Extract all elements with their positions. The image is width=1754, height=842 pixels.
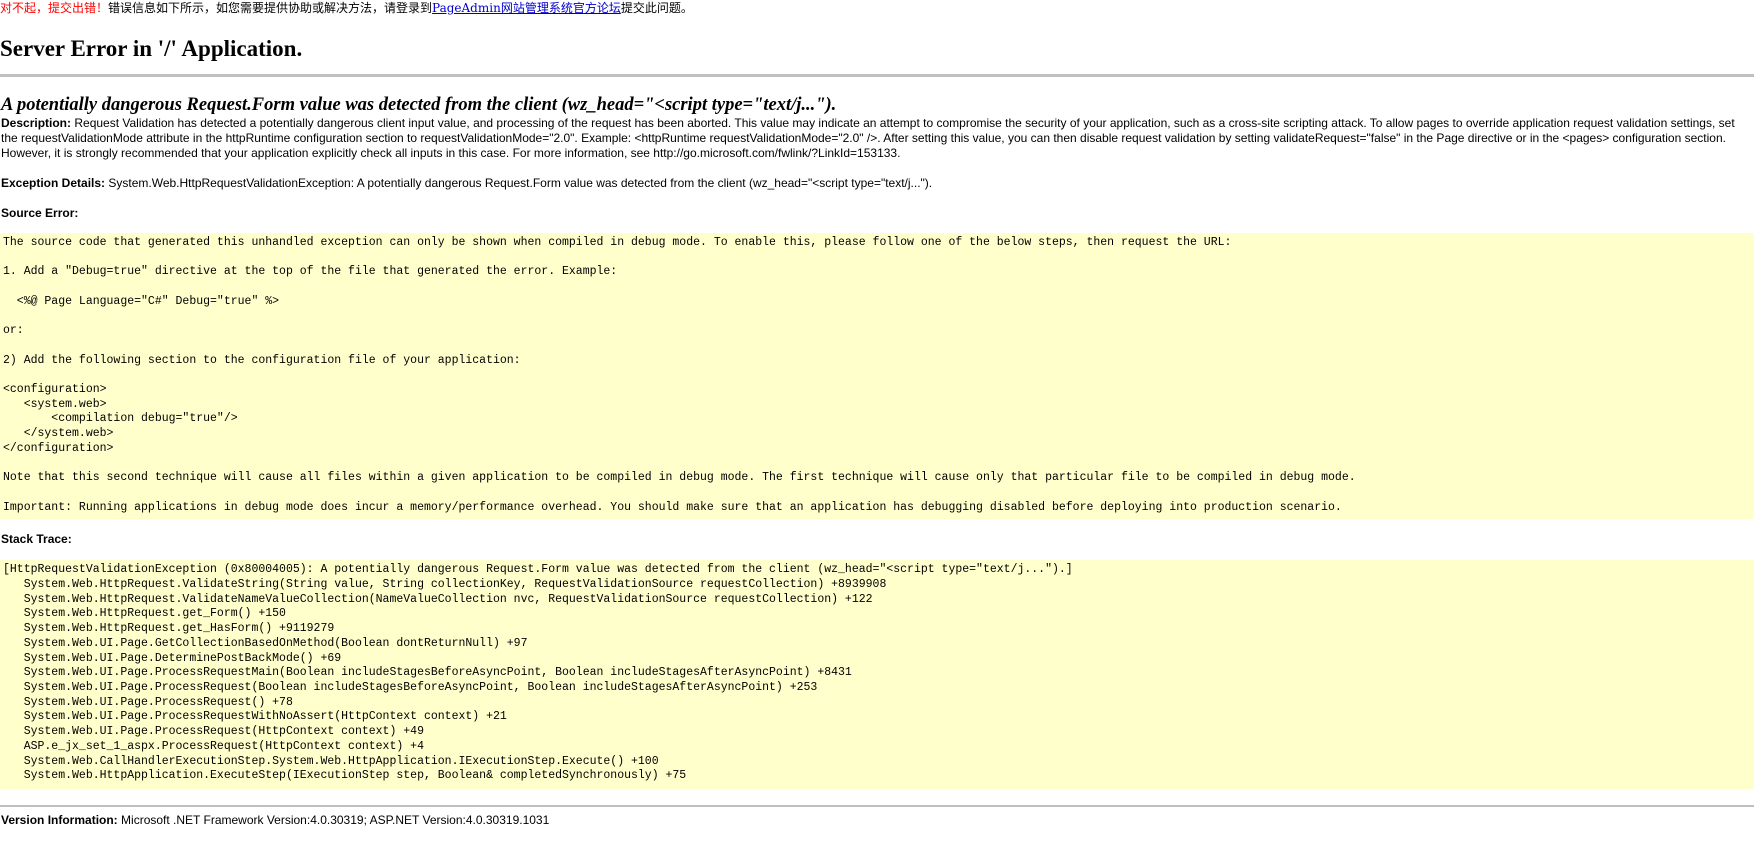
exception-details-text: System.Web.HttpRequestValidationExceptio…: [108, 176, 933, 190]
notice-message: 错误信息如下所示，如您需要提供协助或解决方法，请登录到: [108, 1, 433, 15]
description-label: Description:: [1, 116, 72, 130]
source-error-label: Source Error:: [1, 206, 79, 220]
source-error-code-block: The source code that generated this unha…: [0, 233, 1754, 520]
stack-trace-heading: Stack Trace:: [1, 532, 1754, 547]
version-information-label: Version Information:: [1, 812, 118, 827]
page-title: Server Error in '/' Application.: [0, 36, 303, 61]
version-divider: [0, 804, 1754, 807]
title-divider: [0, 74, 1754, 77]
exception-details-label: Exception Details:: [1, 176, 106, 190]
version-information: Version Information: Microsoft .NET Fram…: [1, 813, 1754, 828]
stack-trace-code-block: [HttpRequestValidationException (0x80004…: [0, 560, 1754, 789]
description: Description: Request Validation has dete…: [1, 116, 1741, 161]
notice-sorry: 对不起，: [0, 1, 49, 15]
error-title: A potentially dangerous Request.Form val…: [1, 95, 837, 115]
exception-details: Exception Details: System.Web.HttpReques…: [1, 176, 1754, 191]
notice-error: 提交出错！: [48, 1, 109, 15]
error-page: 对不起，提交出错！错误信息如下所示，如您需要提供协助或解决方法，请登录到Page…: [0, 0, 1754, 842]
source-error-heading: Source Error:: [1, 206, 1754, 221]
stack-trace-label: Stack Trace:: [1, 532, 72, 547]
forum-notice: 对不起，提交出错！错误信息如下所示，如您需要提供协助或解决方法，请登录到Page…: [0, 0, 1754, 16]
version-information-text: Microsoft .NET Framework Version:4.0.303…: [121, 812, 550, 827]
notice-suffix: 提交此问题。: [620, 1, 693, 15]
description-text: Request Validation has detected a potent…: [1, 116, 1735, 160]
forum-link[interactable]: PageAdmin网站管理系统官方论坛: [432, 1, 621, 15]
